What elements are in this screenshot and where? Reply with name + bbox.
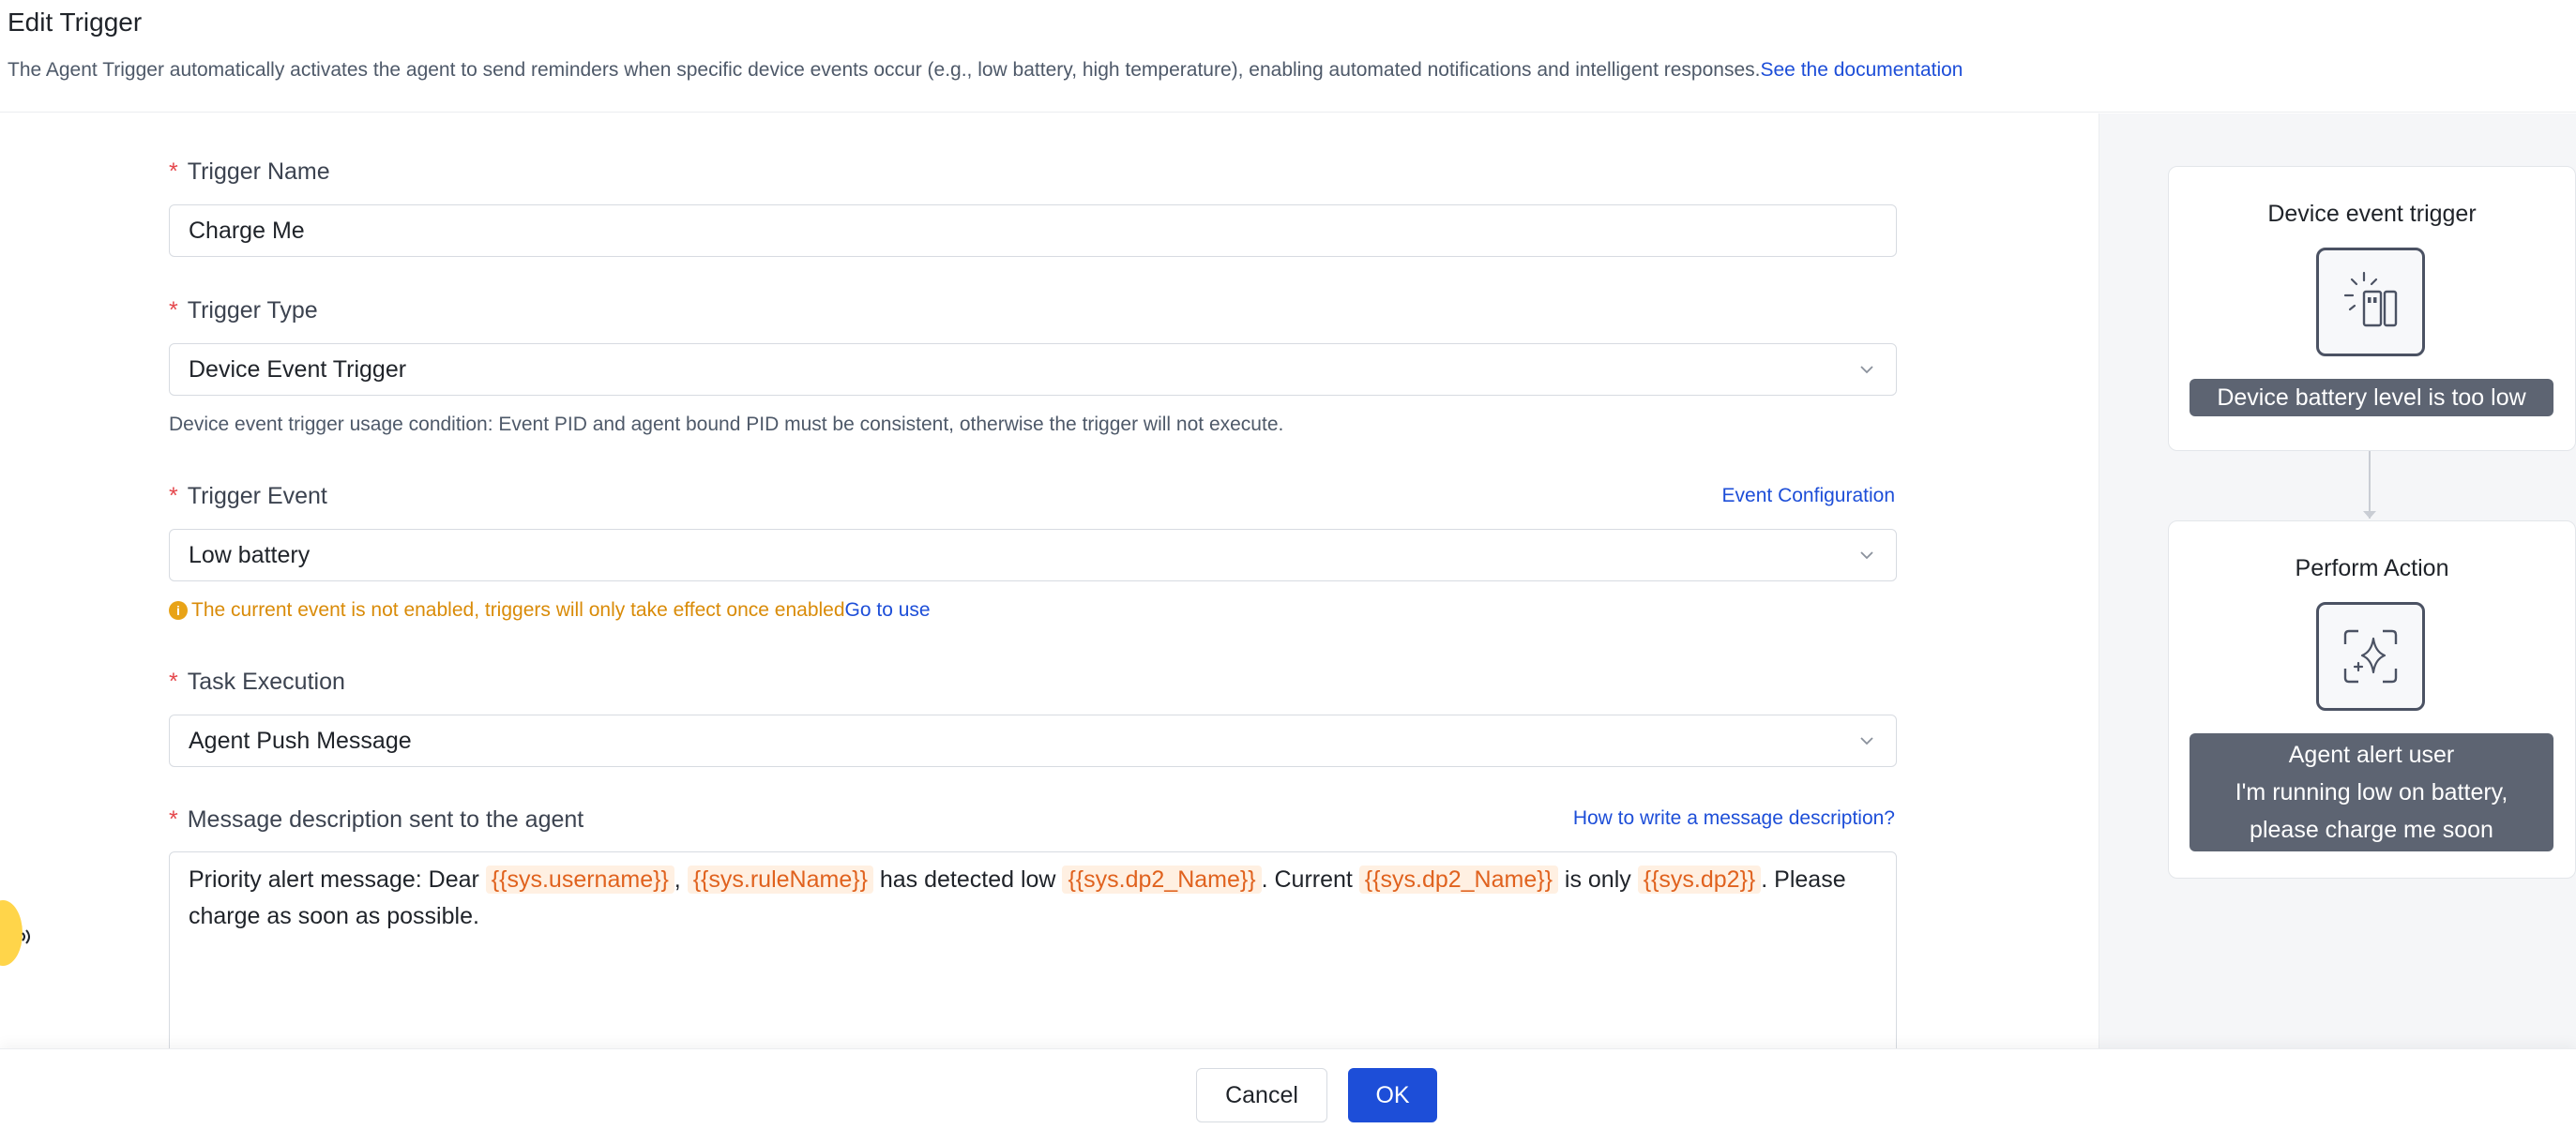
trigger-type-value: Device Event Trigger — [189, 356, 407, 383]
action-preview-card: Perform Action Agent alert user I'm runn… — [2168, 520, 2576, 879]
trigger-name-input[interactable]: Charge Me — [169, 204, 1897, 257]
required-mark: * — [169, 483, 178, 509]
documentation-link[interactable]: See the documentation — [1761, 59, 1963, 81]
variable-tag-username: {{sys.username}} — [485, 866, 674, 894]
trigger-event-label-text: Trigger Event — [187, 483, 327, 509]
chevron-down-icon — [1860, 551, 1873, 560]
ai-sparkle-icon — [2316, 602, 2425, 711]
flow-connector — [2369, 451, 2371, 519]
message-description-textarea[interactable]: Priority alert message: Dear {{sys.usern… — [169, 851, 1897, 1048]
trigger-form: * Trigger Name Charge Me * Trigger Type De… — [0, 113, 2098, 1048]
page-title: Edit Trigger — [8, 8, 143, 37]
action-card-title: Perform Action — [2295, 555, 2449, 581]
footer-bar: Cancel OK — [0, 1048, 2576, 1129]
trigger-card-caption: Device battery level is too low — [2190, 379, 2553, 416]
page-description: The Agent Trigger automatically activate… — [8, 56, 1963, 84]
message-text: . Current — [1261, 866, 1359, 893]
message-text: Priority alert message: Dear — [189, 866, 486, 893]
required-mark: * — [169, 669, 178, 695]
chevron-down-icon — [1860, 737, 1873, 745]
trigger-name-label-text: Trigger Name — [187, 158, 330, 185]
cancel-button[interactable]: Cancel — [1196, 1068, 1327, 1122]
action-caption-line: please charge me soon — [2250, 817, 2493, 843]
flow-preview-panel: Device event trigger Device battery leve… — [2099, 113, 2576, 1048]
ok-button[interactable]: OK — [1348, 1068, 1437, 1122]
sound-wave-icon — [22, 929, 30, 944]
action-card-caption: Agent alert user I'm running low on batt… — [2190, 733, 2553, 851]
trigger-card-title: Device event trigger — [2267, 201, 2477, 227]
event-warning-text: The current event is not enabled, trigge… — [191, 599, 845, 621]
trigger-event-label: * Trigger Event — [169, 482, 327, 510]
page-description-text: The Agent Trigger automatically activate… — [8, 59, 1761, 81]
required-mark: * — [169, 297, 178, 324]
trigger-type-label-text: Trigger Type — [187, 297, 318, 324]
message-text: has detected low — [872, 866, 1063, 893]
variable-tag-rulename: {{sys.ruleName}} — [687, 866, 873, 894]
trigger-event-value: Low battery — [189, 542, 311, 568]
trigger-event-select[interactable]: Low battery — [169, 529, 1897, 581]
action-caption-line: I'm running low on battery, — [2235, 779, 2508, 805]
trigger-name-label: * Trigger Name — [169, 158, 330, 186]
trigger-preview-card: Device event trigger Device battery leve… — [2168, 166, 2576, 451]
message-text: is only — [1557, 866, 1638, 893]
task-execution-select[interactable]: Agent Push Message — [169, 715, 1897, 767]
trigger-type-hint: Device event trigger usage condition: Ev… — [169, 414, 1284, 435]
trigger-type-select[interactable]: Device Event Trigger — [169, 343, 1897, 396]
task-execution-label: * Task Execution — [169, 668, 345, 696]
trigger-type-label: * Trigger Type — [169, 296, 318, 324]
message-help-link[interactable]: How to write a message description? — [1573, 805, 1895, 832]
action-caption-line: Agent alert user — [2288, 742, 2455, 768]
page-header: Edit Trigger The Agent Trigger automatic… — [0, 0, 2576, 113]
event-configuration-link[interactable]: Event Configuration — [1722, 483, 1895, 509]
variable-tag-dp2: {{sys.dp2}} — [1637, 866, 1762, 894]
task-execution-label-text: Task Execution — [187, 669, 345, 695]
device-event-icon — [2316, 248, 2425, 356]
message-description-label-text: Message description sent to the agent — [187, 806, 584, 833]
warning-info-icon: i — [169, 601, 188, 620]
task-execution-value: Agent Push Message — [189, 728, 412, 754]
go-to-use-link[interactable]: Go to use — [845, 597, 931, 624]
chevron-down-icon — [1860, 366, 1873, 374]
message-description-label: * Message description sent to the agent — [169, 805, 583, 834]
variable-tag-dp2-name: {{sys.dp2_Name}} — [1062, 866, 1262, 894]
flow-connector-arrow — [2363, 511, 2376, 519]
required-mark: * — [169, 158, 178, 185]
event-warning: i The current event is not enabled, trig… — [169, 597, 931, 624]
required-mark: * — [169, 806, 178, 833]
message-text: , — [674, 866, 688, 893]
variable-tag-dp2-name: {{sys.dp2_Name}} — [1358, 866, 1558, 894]
